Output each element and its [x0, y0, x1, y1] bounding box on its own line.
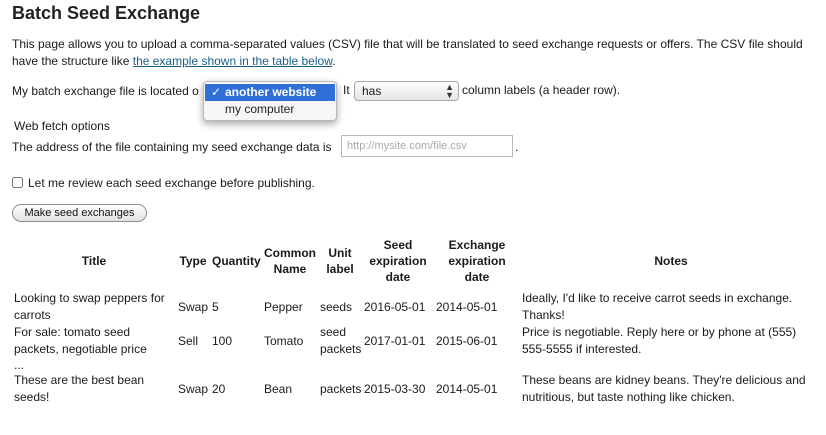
cell-title: These are the best bean seeds! — [14, 373, 145, 404]
cell-common-name: Pepper — [264, 299, 303, 314]
cell-unit-label: packets — [320, 381, 362, 396]
cell-seed-expiration: 2017-01-01 — [364, 333, 426, 348]
table-header-row: Title Type Quantity Common Name Unit lab… — [12, 235, 822, 287]
header-row-prefix: It — [343, 83, 350, 97]
cell-unit-label: seed packets — [320, 325, 362, 356]
cell-quantity: 5 — [212, 299, 219, 314]
address-label: The address of the file containing my se… — [12, 140, 332, 154]
cell-type: Swap — [178, 299, 209, 314]
file-url-input[interactable] — [341, 135, 513, 157]
intro-paragraph: This page allows you to upload a comma-s… — [12, 36, 824, 70]
example-table-link[interactable]: the example shown in the table below — [133, 54, 332, 68]
cell-seed-expiration: 2015-03-30 — [364, 381, 426, 396]
location-option-label: another website — [225, 85, 317, 99]
make-seed-exchanges-button[interactable]: Make seed exchanges — [12, 204, 147, 222]
intro-end: . — [332, 54, 336, 68]
intro-text: This page allows you to upload a comma-s… — [12, 37, 803, 68]
cell-exchange-expiration: 2014-05-01 — [436, 381, 498, 396]
column-header-notes: Notes — [654, 254, 688, 268]
location-option-label: my computer — [225, 102, 295, 116]
column-header-seed-expiration: Seed expiration date — [369, 238, 427, 284]
cell-title: ... — [14, 358, 25, 372]
cell-seed-expiration: 2016-05-01 — [364, 299, 426, 314]
column-header-quantity: Quantity — [212, 254, 261, 268]
cell-exchange-expiration: 2014-05-01 — [436, 299, 498, 314]
column-header-exchange-expiration: Exchange expiration date — [448, 238, 506, 284]
cell-title: For sale: tomato seed packets, negotiabl… — [14, 325, 147, 356]
cell-title: Looking to swap peppers for carrots — [14, 291, 165, 322]
cell-exchange-expiration — [434, 358, 520, 372]
cell-notes: These beans are kidney beans. They're de… — [522, 373, 806, 404]
cell-common-name — [262, 358, 318, 372]
column-header-unit-label: Unit label — [326, 246, 354, 276]
cell-quantity: 100 — [212, 333, 233, 348]
column-header-type: Type — [179, 254, 207, 268]
cell-common-name: Bean — [264, 381, 293, 396]
cell-type — [176, 358, 210, 372]
column-header-title: Title — [81, 254, 107, 268]
web-fetch-heading: Web fetch options — [14, 119, 110, 133]
location-option-my-computer[interactable]: my computer — [205, 101, 335, 118]
cell-unit-label — [318, 358, 362, 372]
header-row-select[interactable]: has ▲ ▼ — [354, 81, 459, 101]
updown-arrows-icon: ▲ ▼ — [445, 82, 454, 100]
location-option-another-website[interactable]: ✓ another website — [205, 84, 335, 101]
cell-type: Sell — [178, 333, 199, 348]
cell-notes: Ideally, I'd like to receive carrot seed… — [522, 291, 793, 322]
cell-exchange-expiration: 2015-06-01 — [436, 333, 498, 348]
cell-notes: Price is negotiable. Reply here or by ph… — [522, 325, 797, 356]
header-row-suffix: column labels (a header row). — [462, 83, 621, 97]
cell-quantity: 20 — [212, 381, 226, 396]
checkmark-icon: ✓ — [211, 85, 222, 99]
table-row-ellipsis: ... — [12, 358, 822, 372]
file-location-label: My batch exchange file is located o — [12, 84, 199, 98]
page-title: Batch Seed Exchange — [12, 3, 201, 23]
cell-quantity — [210, 358, 262, 372]
cell-type: Swap — [178, 381, 209, 396]
file-location-dropdown[interactable]: ✓ another website my computer — [203, 81, 337, 121]
column-header-common-name: Common Name — [264, 246, 316, 276]
cell-notes — [520, 358, 822, 372]
table-row: For sale: tomato seed packets, negotiabl… — [12, 324, 822, 358]
cell-unit-label: seeds — [320, 299, 353, 314]
table-row: Looking to swap peppers for carrots Swap… — [12, 287, 822, 324]
example-table: Title Type Quantity Common Name Unit lab… — [12, 235, 822, 406]
address-trailing-period: . — [515, 140, 519, 154]
table-row: These are the best bean seeds! Swap 20 B… — [12, 372, 822, 406]
cell-common-name: Tomato — [264, 333, 304, 348]
header-row-select-value: has — [362, 84, 382, 98]
review-checkbox[interactable] — [12, 177, 23, 188]
cell-seed-expiration — [362, 358, 434, 372]
review-label: Let me review each seed exchange before … — [28, 176, 315, 190]
